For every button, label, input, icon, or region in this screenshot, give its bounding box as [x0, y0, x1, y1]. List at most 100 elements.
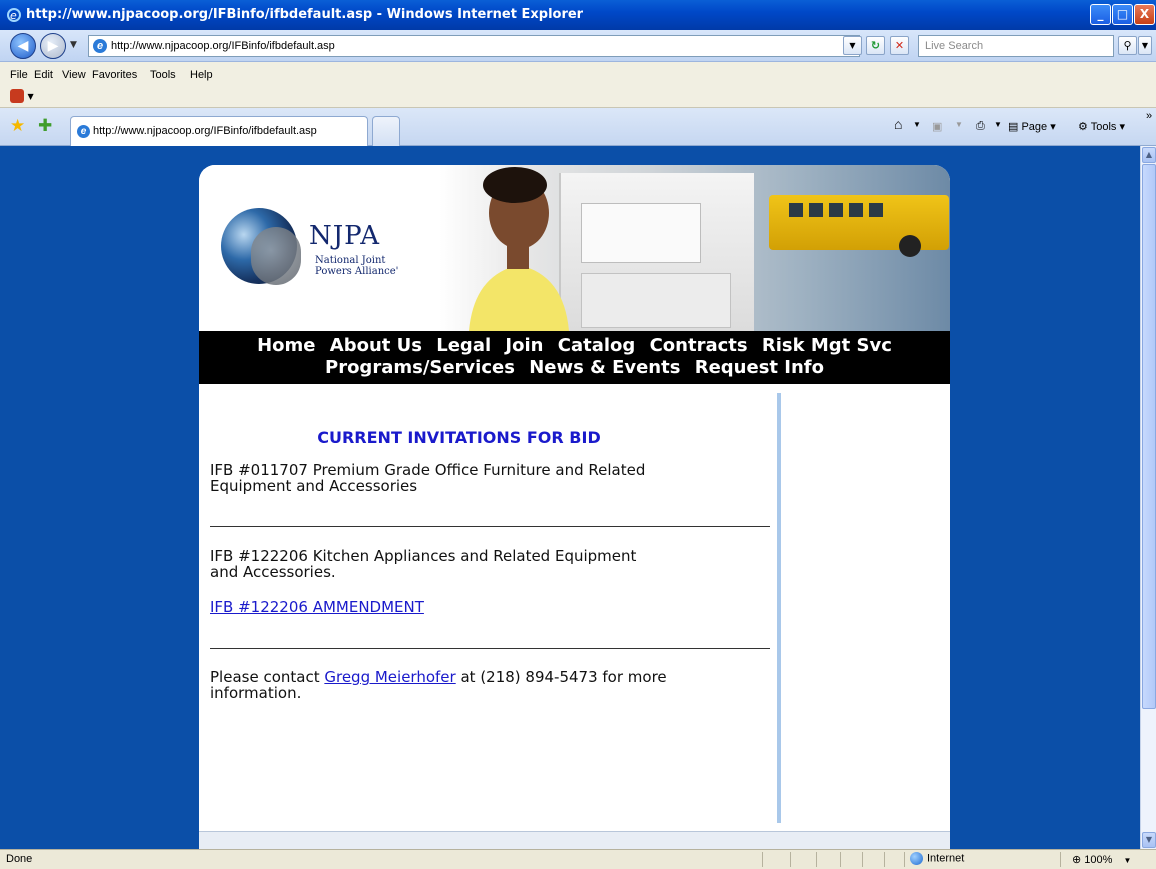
tab-label: http://www.njpacoop.org/IFBinfo/ifbdefau…	[93, 125, 317, 137]
contact-paragraph: Please contact Gregg Meierhofer at (218)…	[210, 669, 750, 701]
menu-tools[interactable]: Tools	[150, 69, 176, 81]
home-icon[interactable]: ⌂	[894, 116, 902, 132]
maximize-button[interactable]: □	[1112, 4, 1133, 25]
tab-row: ★ ✚ e http://www.njpacoop.org/IFBinfo/if…	[0, 108, 1156, 146]
status-separator	[862, 852, 863, 867]
status-separator	[816, 852, 817, 867]
title-bar: e http://www.njpacoop.org/IFBinfo/ifbdef…	[0, 0, 1156, 30]
site-nav-row1: Home About Us Legal Join Catalog Contrac…	[199, 334, 950, 358]
nav-about-us[interactable]: About Us	[330, 335, 422, 356]
stop-icon[interactable]: ✕	[890, 36, 909, 55]
address-input[interactable]: e http://www.njpacoop.org/IFBinfo/ifbdef…	[88, 35, 860, 57]
menu-bar: File Edit View Favorites Tools Help ▼	[0, 62, 1156, 108]
vertical-scrollbar[interactable]: ▲ ▼	[1140, 146, 1156, 849]
nav-home[interactable]: Home	[257, 335, 315, 356]
zoom-control[interactable]: ⊕ 100% ▼	[1072, 853, 1131, 866]
nav-contracts[interactable]: Contracts	[650, 335, 748, 356]
contact-name-link[interactable]: Gregg Meierhofer	[324, 668, 455, 686]
page-icon: e	[93, 39, 107, 53]
status-separator	[904, 852, 905, 867]
zoom-dropdown-icon: ▼	[1123, 856, 1132, 865]
scroll-down-icon[interactable]: ▼	[1142, 832, 1156, 848]
scroll-up-icon[interactable]: ▲	[1142, 147, 1156, 163]
close-button[interactable]: X	[1134, 4, 1155, 25]
divider-1	[210, 526, 770, 527]
contact-suffix: at (218) 894-5473 for more	[455, 668, 667, 686]
address-dropdown-icon[interactable]: ▼	[843, 36, 862, 55]
search-options-icon[interactable]: ▼	[1138, 36, 1152, 55]
nav-news-events[interactable]: News & Events	[529, 357, 680, 378]
addon-dropdown-icon: ▼	[27, 92, 34, 101]
tools-menu-label: Tools	[1090, 121, 1117, 133]
contact-line1: Please contact Gregg Meierhofer at (218)…	[210, 669, 750, 685]
status-separator	[790, 852, 791, 867]
window-title: http://www.njpacoop.org/IFBinfo/ifbdefau…	[26, 7, 584, 22]
status-separator	[762, 852, 763, 867]
site-nav-row2: Programs/Services News & Events Request …	[199, 356, 950, 380]
feeds-icon[interactable]: ▣	[932, 120, 942, 133]
ifb-011707-description: IFB #011707 Premium Grade Office Furnitu…	[210, 462, 750, 494]
nav-programs-services[interactable]: Programs/Services	[325, 357, 515, 378]
search-icon[interactable]: ⚲	[1118, 36, 1137, 55]
print-icon[interactable]: ⎙	[976, 120, 985, 133]
divider-2	[210, 648, 770, 649]
zoom-level: 100%	[1084, 854, 1113, 866]
toolbar-overflow-icon[interactable]: »	[1146, 110, 1152, 122]
amendment-link[interactable]: IFB #122206 AMMENDMENT	[210, 598, 424, 616]
status-separator	[840, 852, 841, 867]
menu-edit[interactable]: Edit	[34, 69, 53, 81]
menu-favorites[interactable]: Favorites	[92, 69, 137, 81]
back-button[interactable]: ◀	[10, 33, 36, 59]
amendment-paragraph: IFB #122206 AMMENDMENT	[210, 599, 750, 615]
forward-button[interactable]: ▶	[40, 33, 66, 59]
scroll-thumb[interactable]	[1142, 164, 1156, 709]
main-content: CURRENT INVITATIONS FOR BID IFB #011707 …	[199, 384, 950, 849]
search-input[interactable]: Live Search	[918, 35, 1114, 57]
logo-subtitle-line1: National Joint	[315, 255, 386, 266]
ifb-122206-line1: IFB #122206 Kitchen Appliances and Relat…	[210, 547, 637, 565]
menu-file[interactable]: File	[10, 69, 28, 81]
status-bar: Done Internet ⊕ 100% ▼	[0, 849, 1156, 869]
add-favorites-icon[interactable]: ✚	[38, 116, 52, 136]
nav-risk-mgt-svc[interactable]: Risk Mgt Svc	[762, 335, 892, 356]
logo-subtitle-line2: Powers Alliance'	[315, 266, 399, 277]
page-heading: CURRENT INVITATIONS FOR BID	[317, 428, 601, 447]
internet-zone-icon	[910, 852, 923, 865]
site-nav: Home About Us Legal Join Catalog Contrac…	[199, 331, 950, 384]
menu-help[interactable]: Help	[190, 69, 213, 81]
nav-join[interactable]: Join	[505, 335, 543, 356]
home-dropdown-icon[interactable]: ▼	[913, 120, 921, 129]
ifb-011707-line2: Equipment and Accessories	[210, 477, 418, 495]
print-dropdown-icon[interactable]: ▼	[994, 120, 1002, 129]
nav-legal[interactable]: Legal	[436, 335, 491, 356]
page-menu-label: Page	[1021, 121, 1048, 133]
tools-menu[interactable]: ⚙ Tools ▾	[1078, 120, 1125, 133]
sidebar-divider	[777, 393, 781, 823]
site-banner: NJPA National Joint Powers Alliance'	[199, 165, 950, 331]
ifb-011707-line1: IFB #011707 Premium Grade Office Furnitu…	[210, 461, 646, 479]
logo-swoosh	[251, 227, 301, 285]
zone-label: Internet	[927, 852, 965, 865]
banner-woman-photo	[469, 167, 569, 331]
page-menu[interactable]: ▤ Page ▾	[1008, 120, 1056, 133]
security-zone[interactable]: Internet	[910, 852, 964, 865]
nav-request-info[interactable]: Request Info	[695, 357, 824, 378]
zoom-icon: ⊕	[1072, 854, 1082, 866]
nav-catalog[interactable]: Catalog	[558, 335, 636, 356]
menu-view[interactable]: View	[62, 69, 86, 81]
recent-pages-dropdown-icon[interactable]: ▼	[70, 40, 77, 50]
refresh-icon[interactable]: ↻	[866, 36, 885, 55]
feeds-dropdown-icon[interactable]: ▼	[955, 120, 963, 129]
tab-current-page[interactable]: e http://www.njpacoop.org/IFBinfo/ifbdef…	[70, 116, 368, 146]
toolbar-addon[interactable]: ▼	[10, 89, 34, 103]
ifb-122206-description: IFB #122206 Kitchen Appliances and Relat…	[210, 548, 750, 580]
address-bar-row: ◀ ▶ ▼ e http://www.njpacoop.org/IFBinfo/…	[0, 30, 1156, 62]
ifb-122206-line2: and Accessories.	[210, 563, 336, 581]
status-text: Done	[6, 853, 33, 865]
new-tab-button[interactable]	[372, 116, 400, 146]
favorites-star-icon[interactable]: ★	[10, 116, 25, 136]
minimize-button[interactable]: _	[1090, 4, 1111, 25]
logo-subtitle: National Joint Powers Alliance'	[315, 255, 398, 277]
browser-window: e http://www.njpacoop.org/IFBinfo/ifbdef…	[0, 0, 1156, 869]
address-url: http://www.njpacoop.org/IFBinfo/ifbdefau…	[111, 40, 335, 52]
